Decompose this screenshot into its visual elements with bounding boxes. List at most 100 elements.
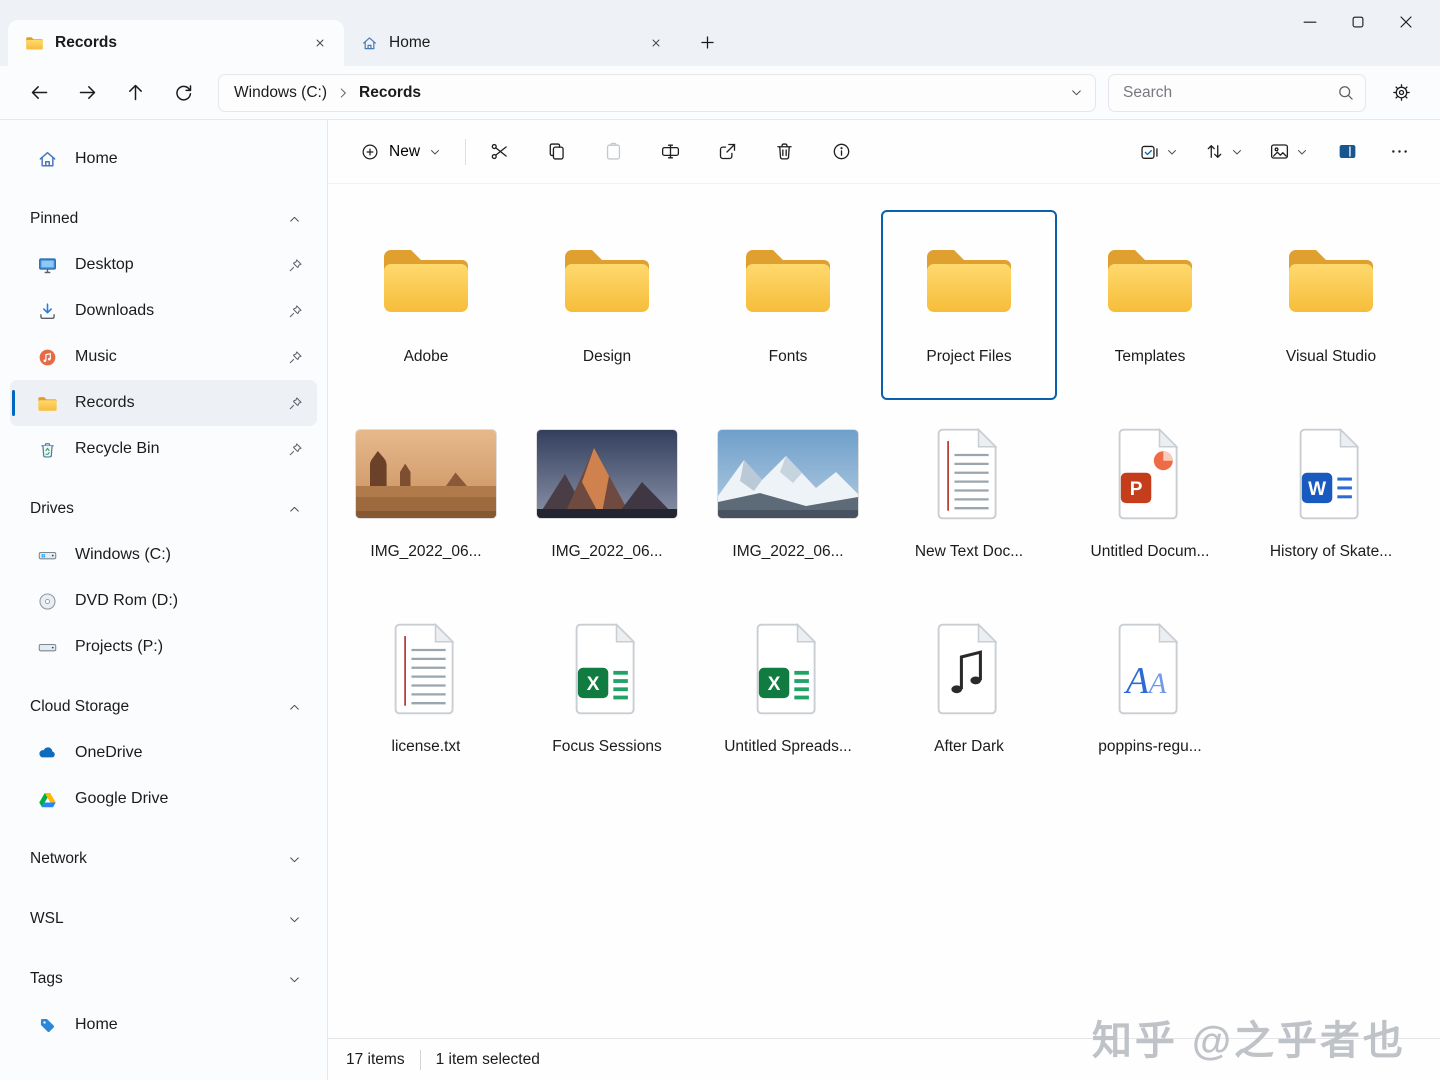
sort-icon	[1204, 141, 1225, 162]
sidebar-item-home[interactable]: Home	[10, 136, 317, 182]
search-input[interactable]	[1123, 83, 1336, 102]
tab-home[interactable]: Home	[344, 20, 680, 66]
sidebar-section-cloud-storage[interactable]: Cloud Storage	[0, 684, 327, 730]
breadcrumb-folder[interactable]: Records	[359, 84, 421, 102]
close-button[interactable]	[1382, 0, 1430, 44]
grid-item-visual-studio[interactable]: Visual Studio	[1243, 210, 1419, 400]
section-label: Tags	[30, 970, 63, 987]
grid-item-untitled-docum[interactable]: P Untitled Docum...	[1062, 405, 1238, 595]
sidebar-item-records[interactable]: Records	[10, 380, 317, 426]
new-button-chevron-icon	[429, 146, 441, 158]
image-desert-icon	[356, 415, 496, 533]
sidebar-item-google-drive[interactable]: Google Drive	[10, 776, 317, 822]
grid-item-img-2022-06[interactable]: IMG_2022_06...	[338, 405, 514, 595]
recycle-icon	[34, 439, 60, 460]
address-bar[interactable]: Windows (C:) Records	[218, 73, 1096, 112]
grid-item-new-text-doc[interactable]: New Text Doc...	[881, 405, 1057, 595]
desktop-icon	[34, 255, 60, 276]
copy-button[interactable]	[535, 133, 577, 171]
tab-close-icon[interactable]	[642, 29, 670, 57]
sidebar-item-windows-c[interactable]: Windows (C:)	[10, 532, 317, 578]
grid-item-focus-sessions[interactable]: X Focus Sessions	[519, 600, 695, 790]
details-pane-button[interactable]	[1326, 133, 1368, 171]
cut-button[interactable]	[478, 133, 520, 171]
gear-icon	[1391, 82, 1412, 103]
new-tab-button[interactable]	[688, 23, 726, 61]
address-dropdown-chevron-icon[interactable]	[1070, 86, 1083, 99]
status-bar: 17 items 1 item selected	[328, 1038, 1440, 1080]
paste-button[interactable]	[592, 133, 634, 171]
folder-icon	[34, 395, 60, 412]
up-button[interactable]	[112, 74, 158, 112]
grid-item-license-txt[interactable]: license.txt	[338, 600, 514, 790]
file-grid: Adobe Design Fonts Project Files Templates Vi…	[328, 184, 1440, 1038]
select-all-button[interactable]	[1131, 133, 1186, 171]
grid-item-templates[interactable]: Templates	[1062, 210, 1238, 400]
sidebar-item-desktop[interactable]: Desktop	[10, 242, 317, 288]
sidebar-section-pinned[interactable]: Pinned	[0, 196, 327, 242]
minimize-button[interactable]	[1286, 0, 1334, 44]
grid-item-poppins-regu[interactable]: A Apoppins-regu...	[1062, 600, 1238, 790]
info-button[interactable]	[820, 133, 862, 171]
delete-button[interactable]	[763, 133, 805, 171]
grid-item-untitled-spreads[interactable]: X Untitled Spreads...	[700, 600, 876, 790]
search-box[interactable]	[1108, 73, 1366, 112]
drive-icon	[34, 637, 60, 658]
settings-button[interactable]	[1378, 74, 1424, 112]
svg-text:X: X	[768, 674, 781, 695]
sidebar-section-wsl[interactable]: WSL	[0, 896, 327, 942]
sidebar-section-tags[interactable]: Tags	[0, 956, 327, 1002]
grid-item-img-2022-06[interactable]: IMG_2022_06...	[519, 405, 695, 595]
onedrive-icon	[34, 742, 60, 764]
grid-item-project-files[interactable]: Project Files	[881, 210, 1057, 400]
grid-item-img-2022-06[interactable]: IMG_2022_06...	[700, 405, 876, 595]
tab-records[interactable]: Records	[8, 20, 344, 66]
dvd-icon	[34, 591, 60, 612]
new-button[interactable]: New	[348, 133, 453, 171]
chevron-down-icon	[1296, 146, 1308, 158]
rename-button[interactable]	[649, 133, 691, 171]
view-button[interactable]	[1261, 133, 1316, 171]
file-explorer-window: Records Home Windows (C:) Records Home Pin…	[0, 0, 1440, 1080]
sidebar-item-projects-p[interactable]: Projects (P:)	[10, 624, 317, 670]
grid-item-after-dark[interactable]: After Dark	[881, 600, 1057, 790]
sidebar-item-label: Projects (P:)	[75, 638, 164, 655]
delete-icon	[774, 141, 795, 162]
sidebar-item-downloads[interactable]: Downloads	[10, 288, 317, 334]
chevron-up-icon	[288, 701, 301, 714]
excel-file-icon: X	[750, 610, 826, 728]
breadcrumb-drive[interactable]: Windows (C:)	[234, 84, 327, 102]
refresh-button[interactable]	[160, 74, 206, 112]
grid-item-fonts[interactable]: Fonts	[700, 210, 876, 400]
section-label: WSL	[30, 910, 64, 927]
grid-item-label: Fonts	[768, 348, 808, 365]
maximize-button[interactable]	[1334, 0, 1382, 44]
sidebar-item-onedrive[interactable]: OneDrive	[10, 730, 317, 776]
tab-close-icon[interactable]	[306, 29, 334, 57]
grid-item-design[interactable]: Design	[519, 210, 695, 400]
rename-icon	[660, 141, 681, 162]
sort-button[interactable]	[1196, 133, 1251, 171]
svg-text:X: X	[587, 674, 600, 695]
sidebar-item-label: Desktop	[75, 256, 134, 273]
sidebar-item-dvd-rom-d[interactable]: DVD Rom (D:)	[10, 578, 317, 624]
more-icon	[1389, 141, 1410, 162]
forward-arrow-icon	[77, 82, 98, 103]
sidebar-item-label: Records	[75, 394, 135, 411]
grid-item-adobe[interactable]: Adobe	[338, 210, 514, 400]
more-button[interactable]	[1378, 133, 1420, 171]
share-button[interactable]	[706, 133, 748, 171]
search-icon	[1336, 83, 1355, 102]
tab-bar: Records Home	[0, 0, 1440, 66]
grid-item-history-of-skate[interactable]: W History of Skate...	[1243, 405, 1419, 595]
grid-item-label: New Text Doc...	[914, 543, 1024, 560]
sidebar-item-music[interactable]: Music	[10, 334, 317, 380]
image-thumbnail	[537, 430, 677, 518]
plus-icon	[698, 33, 717, 52]
sidebar-item-recycle-bin[interactable]: Recycle Bin	[10, 426, 317, 472]
sidebar-section-drives[interactable]: Drives	[0, 486, 327, 532]
back-button[interactable]	[16, 74, 62, 112]
forward-button[interactable]	[64, 74, 110, 112]
sidebar-item-home[interactable]: Home	[10, 1002, 317, 1048]
sidebar-section-network[interactable]: Network	[0, 836, 327, 882]
